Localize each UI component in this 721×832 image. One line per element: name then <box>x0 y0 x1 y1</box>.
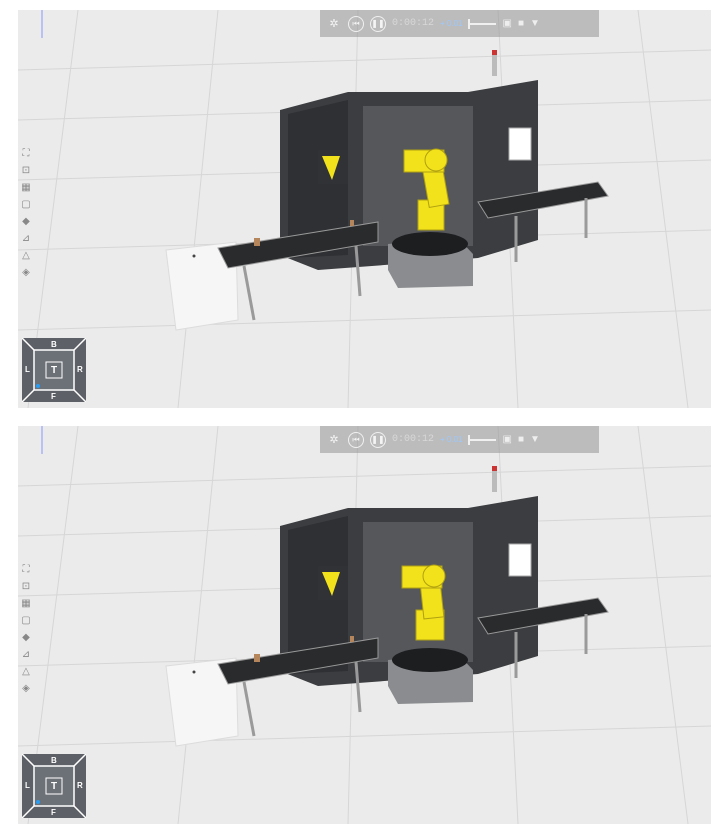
camera-icon[interactable]: ■ <box>518 434 524 445</box>
rewind-icon[interactable]: ⏮ <box>348 431 364 448</box>
scene-3d <box>18 426 711 824</box>
pause-icon[interactable]: ❚❚ <box>370 431 386 448</box>
view-top-label[interactable]: T <box>46 778 62 794</box>
color-icon[interactable]: ◆ <box>20 216 32 227</box>
side-toolbar: ⛶ ⊡ ▦ ▢ ◆ ⊿ △ ◈ <box>20 564 32 694</box>
view-top-label[interactable]: T <box>46 362 62 378</box>
zoom-box-icon[interactable]: ⊡ <box>20 165 32 176</box>
grid-icon[interactable]: ▦ <box>20 598 32 609</box>
view-left-label[interactable]: L <box>25 781 30 790</box>
layers-icon[interactable]: ◈ <box>20 267 32 278</box>
time-readout: 0:00:12 <box>392 434 435 445</box>
camera-icon[interactable]: ■ <box>518 18 524 29</box>
playback-toolbar: ✲ ⏮ ❚❚ 0:00:12 + 0.01 ▣ ■ ▼ <box>320 426 599 453</box>
speed-readout: + 0.01 <box>440 19 463 28</box>
filter-icon[interactable]: ▼ <box>530 434 540 445</box>
fit-view-icon[interactable]: ⛶ <box>20 148 32 159</box>
image-icon[interactable]: ▣ <box>502 434 511 445</box>
speed-slider[interactable] <box>468 434 497 445</box>
scene-3d <box>18 10 711 408</box>
playback-toolbar: ✲ ⏮ ❚❚ 0:00:12 + 0.01 ▣ ■ ▼ <box>320 10 599 37</box>
view-left-label[interactable]: L <box>25 365 30 374</box>
view-cube[interactable]: B L T R F <box>21 337 87 403</box>
rewind-icon[interactable]: ⏮ <box>348 15 364 32</box>
fit-view-icon[interactable]: ⛶ <box>20 564 32 575</box>
speed-readout: + 0.01 <box>440 435 463 444</box>
viewport-bottom[interactable]: ✲ ⏮ ❚❚ 0:00:12 + 0.01 ▣ ■ ▼ ⛶ ⊡ ▦ ▢ ◆ ⊿ … <box>18 426 711 824</box>
settings-icon[interactable]: ✲ <box>326 16 342 32</box>
cube-icon[interactable]: ▢ <box>20 615 32 626</box>
filter-icon[interactable]: ▼ <box>530 18 540 29</box>
view-cube[interactable]: B L T R F <box>21 753 87 819</box>
measure-icon[interactable]: ⊿ <box>20 649 32 660</box>
cube-icon[interactable]: ▢ <box>20 199 32 210</box>
zoom-box-icon[interactable]: ⊡ <box>20 581 32 592</box>
measure-icon[interactable]: ⊿ <box>20 233 32 244</box>
view-back-label[interactable]: B <box>51 340 57 349</box>
time-readout: 0:00:12 <box>392 18 435 29</box>
side-toolbar: ⛶ ⊡ ▦ ▢ ◆ ⊿ △ ◈ <box>20 148 32 278</box>
pause-icon[interactable]: ❚❚ <box>370 15 386 32</box>
viewport-top[interactable]: ✲ ⏮ ❚❚ 0:00:12 + 0.01 ▣ ■ ▼ ⛶ ⊡ ▦ ▢ ◆ ⊿ … <box>18 10 711 408</box>
layers-icon[interactable]: ◈ <box>20 683 32 694</box>
view-right-label[interactable]: R <box>77 781 83 790</box>
speed-slider[interactable] <box>468 18 497 29</box>
view-front-label[interactable]: F <box>51 808 56 817</box>
settings-icon[interactable]: ✲ <box>326 432 342 448</box>
view-front-label[interactable]: F <box>51 392 56 401</box>
section-icon[interactable]: △ <box>20 250 32 261</box>
section-icon[interactable]: △ <box>20 666 32 677</box>
view-back-label[interactable]: B <box>51 756 57 765</box>
image-icon[interactable]: ▣ <box>502 18 511 29</box>
color-icon[interactable]: ◆ <box>20 632 32 643</box>
view-right-label[interactable]: R <box>77 365 83 374</box>
grid-icon[interactable]: ▦ <box>20 182 32 193</box>
